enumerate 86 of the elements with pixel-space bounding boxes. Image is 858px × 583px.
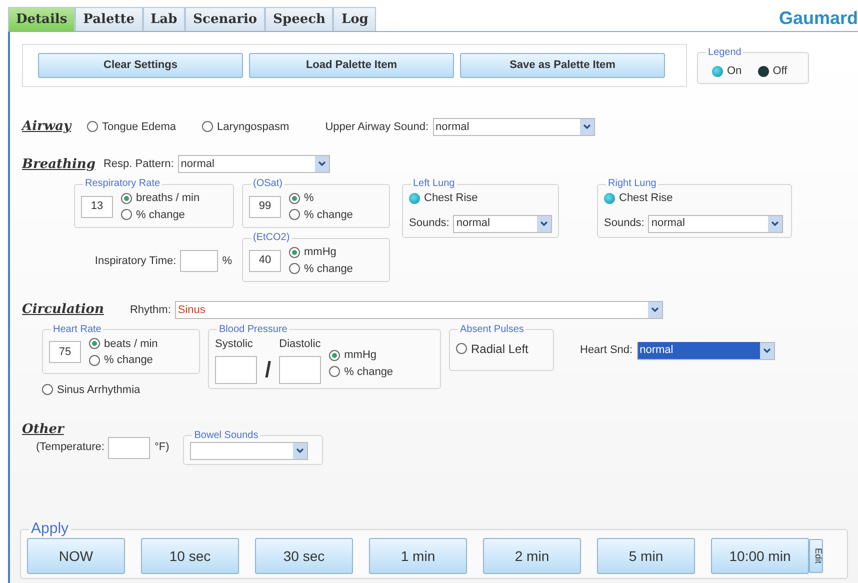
unit-option[interactable]: % change [89, 352, 158, 368]
apply-button[interactable]: 5 min [597, 538, 695, 574]
number-field[interactable]: 40 [249, 250, 281, 272]
caret-icon [296, 448, 304, 454]
caret-icon [582, 124, 591, 130]
dropdown[interactable]: normal [178, 155, 330, 174]
tab[interactable]: Lab [142, 7, 186, 31]
edit-button[interactable]: Edit [809, 539, 823, 573]
number-field[interactable] [180, 250, 218, 272]
caret-icon [650, 306, 659, 313]
group-title: Absent Pulses [459, 324, 525, 336]
number-field[interactable]: 13 [81, 196, 113, 218]
dropdown[interactable]: normal [432, 118, 595, 136]
section-heading: Circulation [22, 301, 104, 319]
unit-option[interactable]: % change [289, 206, 353, 223]
indicator-label: Chest Rise [424, 191, 478, 206]
apply-button[interactable]: 10 sec [141, 538, 239, 574]
number-field[interactable]: 75 [49, 341, 81, 363]
radio-option[interactable]: Sinus Arrhythmia [42, 382, 200, 398]
logo: Gaumard [778, 8, 858, 28]
field-label: Systolic [215, 336, 254, 352]
indicator-label: Chest Rise [619, 191, 673, 206]
legend-label: On [727, 64, 742, 79]
field-label: Heart Snd: [580, 343, 633, 358]
apply-button[interactable]: 1 min [369, 538, 467, 574]
dropdown[interactable]: normal [636, 342, 775, 360]
number-field[interactable] [215, 356, 257, 384]
group-title: Apply [30, 520, 70, 538]
dropdown[interactable]: normal [648, 214, 784, 232]
section-heading: Airway [22, 118, 72, 136]
toolbar-button[interactable]: Load Palette Item [249, 53, 454, 78]
radio-option[interactable]: Tongue Edema [87, 118, 176, 135]
tab[interactable]: Scenario [185, 7, 266, 31]
unit-option[interactable]: % change [289, 260, 353, 277]
field-label: Upper Airway Sound: [325, 120, 429, 134]
toolbar-button[interactable]: Clear Settings [38, 53, 243, 78]
caret-icon [771, 220, 780, 226]
group-title: Left Lung [412, 178, 456, 190]
caret-icon [318, 161, 326, 168]
unit-option[interactable]: % change [121, 206, 200, 223]
unit-option[interactable]: % [289, 190, 353, 206]
field-label: Sounds: [604, 216, 644, 232]
number-field[interactable] [279, 356, 322, 384]
group-title: Respiratory Rate [84, 178, 162, 190]
tab[interactable]: Palette [75, 7, 143, 31]
number-field[interactable]: 99 [249, 196, 281, 218]
apply-button[interactable]: 2 min [483, 538, 581, 574]
group-title: Legend [707, 46, 742, 59]
radio-option[interactable]: Laryngospasm [202, 118, 290, 135]
group-title: Bowel Sounds [193, 430, 260, 442]
field-label: Inspiratory Time: [94, 254, 176, 269]
field-label: Sounds: [409, 216, 450, 232]
tab[interactable]: Log [333, 7, 376, 31]
unit-option[interactable]: mmHg [289, 244, 353, 260]
apply-button[interactable]: 30 sec [255, 538, 353, 574]
group-title: Right Lung [607, 178, 658, 190]
field-label: Diastolic [279, 336, 322, 352]
unit-option[interactable]: % change [329, 364, 394, 380]
field-label: (Temperature: [36, 440, 104, 456]
group-title: Blood Pressure [218, 324, 288, 336]
unit-label: % [222, 254, 232, 269]
legend-label: Off [772, 64, 788, 79]
unit-option[interactable]: beats / min [89, 336, 158, 352]
unit-label: °F) [154, 440, 170, 456]
tab[interactable]: Details [8, 7, 76, 31]
section-heading: Other [22, 421, 64, 439]
group-title: (OSat) [252, 178, 284, 190]
dropdown[interactable] [190, 442, 308, 460]
field-label: Rhythm: [130, 302, 171, 318]
dropdown[interactable]: normal [453, 214, 552, 232]
dropdown[interactable]: Sinus [174, 300, 663, 319]
tab[interactable]: Speech [265, 7, 334, 31]
apply-button[interactable]: 10:00 min [711, 538, 809, 574]
caret-icon [540, 220, 548, 226]
radio-option[interactable]: Radial Left [456, 340, 528, 358]
toolbar-button[interactable]: Save as Palette Item [460, 53, 665, 78]
group-title: Heart Rate [52, 324, 102, 336]
apply-button[interactable]: NOW [27, 538, 125, 574]
section-heading: Breathing [22, 156, 96, 174]
unit-option[interactable]: mmHg [329, 347, 394, 364]
group-title: (EtCO2) [252, 232, 291, 244]
field-label: Resp. Pattern: [103, 157, 174, 172]
separator-text: / [265, 356, 272, 384]
number-field[interactable] [108, 436, 150, 458]
caret-icon [762, 348, 771, 354]
unit-option[interactable]: breaths / min [121, 190, 200, 206]
